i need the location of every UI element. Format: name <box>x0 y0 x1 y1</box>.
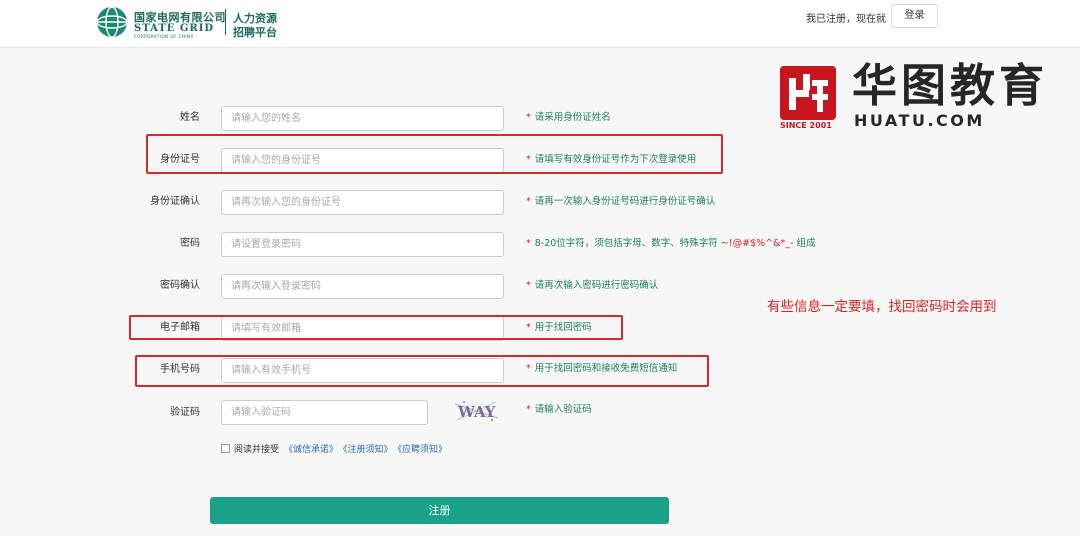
logo-en-sub: CORPORATION OF CHINA <box>134 34 194 39</box>
required-mark: * <box>526 196 531 207</box>
password-special-chars: ~!@#$%^&*_- <box>720 238 794 249</box>
highlight-box-email <box>129 315 623 340</box>
password-confirm-hint-text: 请再次输入密码进行密码确认 <box>534 280 659 291</box>
password-hint-tail: 组成 <box>796 238 816 249</box>
link-application-notice[interactable]: 《应聘须知》 <box>398 445 448 455</box>
captcha-image[interactable]: WAY <box>452 396 502 426</box>
name-input[interactable]: 请输入您的姓名 <box>221 106 504 131</box>
name-hint-text: 请采用身份证姓名 <box>534 112 611 123</box>
registered-prompt: 我已注册，现在就 <box>806 14 886 25</box>
logo-divider <box>225 9 226 35</box>
brand-since: SINCE 2001 <box>780 121 832 130</box>
brand-name-en: HUATU.COM <box>854 111 985 130</box>
id-confirm-label: 身份证确认 <box>150 196 200 207</box>
id-confirm-input[interactable]: 请再次输入您的身份证号 <box>221 190 504 215</box>
register-button[interactable]: 注册 <box>210 497 669 524</box>
name-hint: * 请采用身份证姓名 <box>526 109 611 123</box>
highlight-box-id <box>146 134 723 174</box>
password-confirm-hint: * 请再次输入密码进行密码确认 <box>526 277 658 291</box>
required-mark: * <box>526 280 531 291</box>
id-confirm-hint: * 请再一次输入身份证号码进行身份证号确认 <box>526 193 715 207</box>
state-grid-globe-icon <box>96 6 128 38</box>
top-header: 国家电网有限公司 STATE GRID CORPORATION OF CHINA… <box>0 0 1080 48</box>
captcha-hint: * 请输入验证码 <box>526 401 592 415</box>
brand-name-cn: 华图教育 <box>852 59 1049 112</box>
password-confirm-input[interactable]: 请再次输入登录密码 <box>221 274 504 299</box>
id-confirm-hint-text: 请再一次输入身份证号码进行身份证号确认 <box>534 196 716 207</box>
link-registration-notice[interactable]: 《注册须知》 <box>343 445 393 455</box>
captcha-hint-text: 请输入验证码 <box>534 404 592 415</box>
captcha-text: WAY <box>457 403 496 421</box>
agree-checkbox[interactable] <box>221 444 230 453</box>
huatu-logo-icon <box>780 66 836 120</box>
password-label: 密码 <box>180 238 200 249</box>
platform-title-line2: 招聘平台 <box>233 26 277 39</box>
highlight-box-phone <box>135 355 709 387</box>
link-integrity-pledge[interactable]: 《诚信承诺》 <box>284 445 338 455</box>
name-label: 姓名 <box>180 112 200 123</box>
captcha-label: 验证码 <box>170 407 200 418</box>
password-hint: * 8-20位字符，须包括字母、数字、特殊字符 ~!@#$%^&*_- 组成 <box>526 235 816 249</box>
logo-en-name: STATE GRID <box>134 23 215 34</box>
login-button[interactable]: 登录 <box>891 4 938 28</box>
captcha-input[interactable]: 请输入验证码 <box>221 400 428 425</box>
required-mark: * <box>526 238 531 249</box>
password-input[interactable]: 请设置登录密码 <box>221 232 504 257</box>
password-confirm-label: 密码确认 <box>160 280 200 291</box>
agree-text: 阅读并接受 <box>234 445 280 455</box>
agreement-row: 阅读并接受 《诚信承诺》 《注册须知》 《应聘须知》 <box>221 442 447 455</box>
annotation-note: 有些信息一定要填，找回密码时会用到 <box>767 299 997 315</box>
required-mark: * <box>526 112 531 123</box>
required-mark: * <box>526 404 531 415</box>
password-hint-text: 8-20位字符，须包括字母、数字、特殊字符 <box>534 238 718 249</box>
